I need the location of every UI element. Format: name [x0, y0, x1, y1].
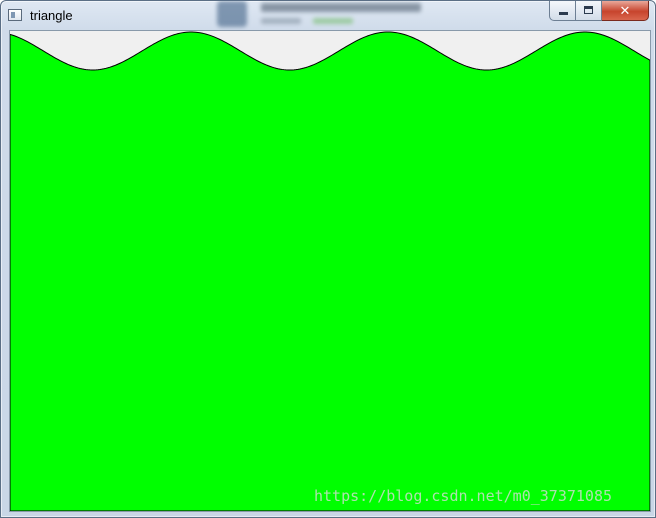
- watermark-text: https://blog.csdn.net/m0_37371085: [314, 487, 613, 505]
- close-button[interactable]: ✕: [602, 1, 649, 21]
- close-icon: ✕: [619, 3, 631, 18]
- minimize-button[interactable]: [549, 1, 576, 21]
- wave-drawing: [10, 31, 650, 511]
- maximize-icon: [584, 6, 593, 14]
- title-bar[interactable]: triangle ✕: [1, 1, 655, 30]
- app-window: triangle ✕: [0, 0, 656, 518]
- app-window-icon[interactable]: [8, 9, 22, 21]
- green-wave-shape: [10, 31, 650, 511]
- minimize-icon: [559, 12, 568, 15]
- maximize-button[interactable]: [576, 1, 602, 21]
- window-controls: ✕: [549, 1, 649, 21]
- window-title: triangle: [30, 8, 73, 23]
- background-window-blur: [213, 1, 421, 29]
- render-canvas[interactable]: [9, 30, 651, 512]
